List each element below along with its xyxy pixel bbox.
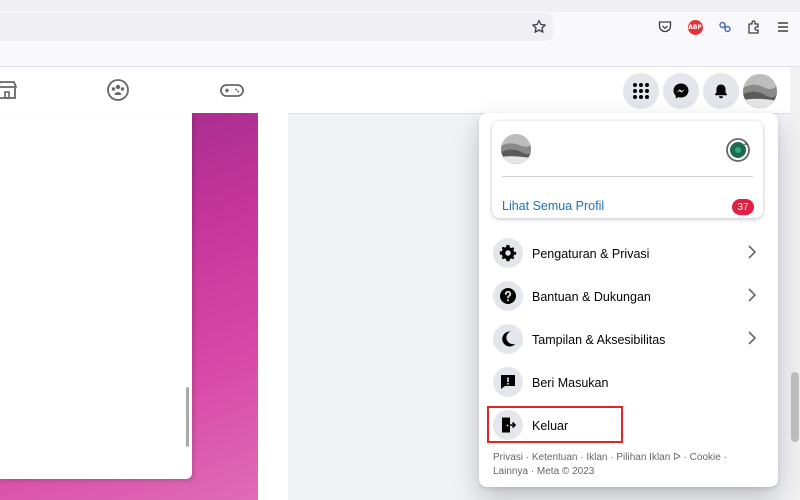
menu-item-label: Pengaturan & Privasi xyxy=(532,247,650,261)
adblock-plus-icon[interactable]: ABP xyxy=(684,16,706,38)
menu-footer-links: Privasi · Ketentuan · Iklan · Pilihan Ik… xyxy=(493,451,768,479)
browser-tabstrip xyxy=(0,0,800,12)
feedback-icon xyxy=(493,367,523,397)
chevron-right-icon xyxy=(744,244,760,260)
extension-link-icon[interactable] xyxy=(714,16,736,38)
menu-icon[interactable] xyxy=(772,16,794,38)
url-bar[interactable] xyxy=(0,13,553,41)
extensions-icon[interactable] xyxy=(743,16,765,38)
menu-item-display-accessibility[interactable]: Tampilan & Aksesibilitas xyxy=(489,321,769,359)
profile-card-divider xyxy=(502,176,753,177)
footer-links-line2[interactable]: Lainnya · Meta © 2023 xyxy=(493,465,768,479)
card-scrollbar[interactable] xyxy=(186,387,189,447)
profile-card[interactable]: Lihat Semua Profil 37 xyxy=(492,121,763,218)
profile-avatar[interactable] xyxy=(501,134,531,164)
browser-toolbar: ABP xyxy=(0,12,800,67)
menu-item-settings-privacy[interactable]: Pengaturan & Privasi xyxy=(489,235,769,273)
messenger-icon[interactable] xyxy=(663,73,699,109)
menu-item-label: Beri Masukan xyxy=(532,376,609,390)
bookmark-star-icon[interactable] xyxy=(528,16,550,38)
menu-item-label: Tampilan & Aksesibilitas xyxy=(532,333,666,347)
logout-highlight-box xyxy=(487,406,623,443)
pocket-icon[interactable] xyxy=(654,16,676,38)
moon-icon xyxy=(493,324,523,354)
gaming-icon[interactable] xyxy=(219,77,245,103)
content-card xyxy=(0,113,192,479)
profile-count-badge: 37 xyxy=(732,199,754,215)
content-column xyxy=(258,113,288,500)
menu-item-help-support[interactable]: Bantuan & Dukungan xyxy=(489,278,769,316)
menu-grid-icon[interactable] xyxy=(623,73,659,109)
marketplace-icon[interactable] xyxy=(0,77,20,103)
gear-icon xyxy=(493,238,523,268)
menu-item-give-feedback[interactable]: Beri Masukan xyxy=(489,364,769,402)
chevron-right-icon xyxy=(744,287,760,303)
account-avatar[interactable] xyxy=(743,74,777,108)
page-scrollbar-thumb[interactable] xyxy=(791,372,799,442)
facebook-header xyxy=(0,67,800,114)
switch-profile-icon[interactable] xyxy=(725,137,751,163)
notifications-icon[interactable] xyxy=(703,73,739,109)
chevron-right-icon xyxy=(744,330,760,346)
menu-item-label: Bantuan & Dukungan xyxy=(532,290,651,304)
see-all-profiles-link[interactable]: Lihat Semua Profil xyxy=(502,199,604,213)
groups-icon[interactable] xyxy=(105,77,131,103)
footer-links-line1[interactable]: Privasi · Ketentuan · Iklan · Pilihan Ik… xyxy=(493,451,768,465)
help-icon xyxy=(493,281,523,311)
